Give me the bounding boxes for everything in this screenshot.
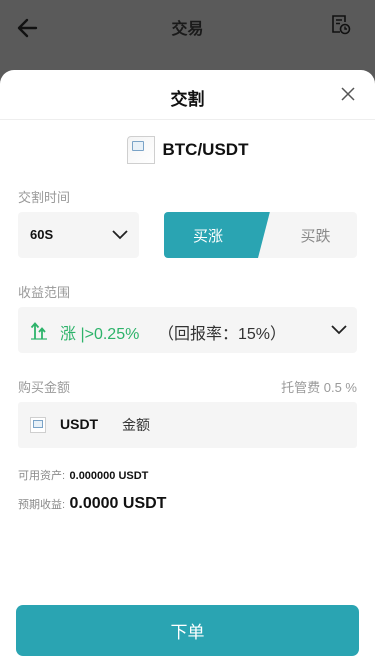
pair-logo-image <box>126 136 155 164</box>
custody-fee-label: 托管费 0.5 % <box>281 380 357 395</box>
delivery-time-value: 60S <box>30 227 54 242</box>
profit-range-select[interactable]: 涨 |>0.25% （回报率：15%） <box>18 307 357 353</box>
rise-arrows-icon <box>30 322 47 340</box>
chevron-down-icon <box>112 230 128 240</box>
page-title: 交易 <box>171 21 204 38</box>
profit-range-rise: 涨 |>0.25% <box>60 326 140 343</box>
buy-up-button[interactable]: 买涨 <box>164 212 270 258</box>
profit-range-label: 收益范围 <box>18 285 71 300</box>
coin-logo-image <box>30 417 46 433</box>
buy-down-button[interactable]: 买跌 <box>258 212 357 258</box>
place-order-button[interactable]: 下单 <box>16 605 359 656</box>
expected-profit-value: 0.0000 USDT <box>69 495 167 512</box>
delivery-time-label: 交割时间 <box>18 190 71 205</box>
sheet-title: 交割 <box>170 90 205 109</box>
available-assets-value: 0.000000 USDT <box>69 470 149 482</box>
trading-pair: BTC/USDT <box>0 135 375 165</box>
expected-profit-row: 预期收益: 0.0000 USDT <box>18 495 166 513</box>
sheet-header: 交割 <box>0 70 375 120</box>
delivery-time-select[interactable]: 60S <box>18 212 139 258</box>
buy-down-label: 买跌 <box>300 228 331 245</box>
buy-up-label: 买涨 <box>192 228 223 245</box>
available-assets-row: 可用资产: 0.000000 USDT <box>18 466 148 484</box>
order-history-icon[interactable] <box>331 14 351 36</box>
expected-profit-label: 预期收益: <box>18 499 66 511</box>
coin-name: USDT <box>60 416 99 432</box>
pair-name: BTC/USDT <box>162 140 249 159</box>
trade-sheet: 交割 BTC/USDT 交割时间 60S 买涨 买跌 收益范围 涨 |>0.25… <box>0 70 375 667</box>
amount-field: USDT <box>18 402 357 448</box>
available-assets-label: 可用资产: <box>18 470 66 482</box>
profit-range-return-rate: （回报率：15%） <box>158 326 287 343</box>
amount-input[interactable] <box>122 412 342 438</box>
purchase-amount-label: 购买金额 <box>18 380 71 395</box>
close-icon[interactable] <box>341 87 355 101</box>
chevron-down-icon <box>331 325 347 335</box>
direction-toggle: 买涨 买跌 <box>164 212 357 258</box>
